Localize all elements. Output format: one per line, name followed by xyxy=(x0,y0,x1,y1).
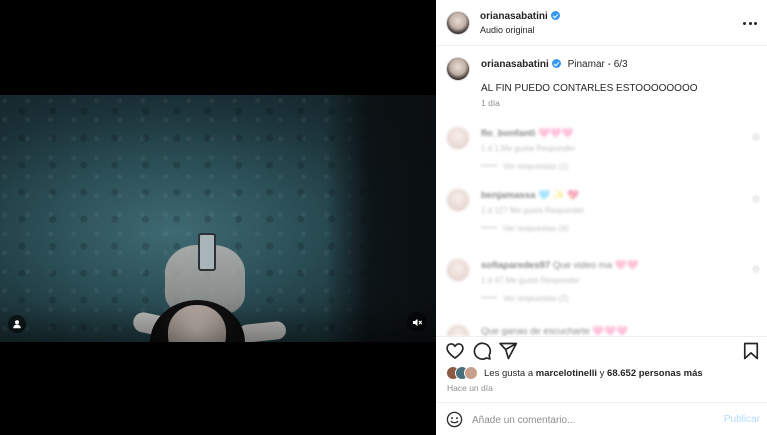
reel-video[interactable] xyxy=(0,95,436,342)
comment-avatar[interactable] xyxy=(446,324,470,336)
comment-body: Que video ma 🩷🩷 xyxy=(552,260,639,271)
verified-badge-icon xyxy=(550,11,560,20)
liker-username[interactable]: marcelotinelli xyxy=(536,368,597,379)
comment-body: Que ganas de escucharte 🩷🩷🩷 xyxy=(481,326,628,336)
likes-summary: Les gusta a marcelotinelli y 68.652 pers… xyxy=(446,366,766,382)
comment-text: Que ganas de escucharte 🩷🩷🩷 xyxy=(481,326,628,336)
caption-header: orianasabatini Pinamar - 6/3 xyxy=(481,59,628,70)
liker-avatar xyxy=(464,366,478,380)
caption-text: AL FIN PUEDO CONTARLES ESTOOOOOOOO xyxy=(481,83,698,94)
speaker-muted-icon xyxy=(412,318,422,326)
speech-bubble-icon[interactable] xyxy=(472,341,492,361)
view-replies-link[interactable]: Ver respuestas (4) xyxy=(481,224,568,233)
add-comment-bar: Publicar xyxy=(436,402,767,435)
bookmark-icon[interactable] xyxy=(741,341,761,361)
post-timestamp[interactable]: Hace un día xyxy=(447,383,493,393)
comment-meta: 1 d 127 Me gusta Responder xyxy=(481,206,585,215)
comment-meta: 1 d 47 Me gusta Responder xyxy=(481,276,580,285)
comments-list[interactable]: flo_bonfanti 🩷🩷🩷 1 d 1 Me gusta Responde… xyxy=(436,118,767,336)
user-tag-icon xyxy=(13,320,21,329)
comment-username[interactable]: sofiaparedes97 xyxy=(481,260,550,271)
comment-body: 🩵 ✨ 💖 xyxy=(538,190,579,201)
likes-prefix: Les gusta a xyxy=(484,368,534,379)
comment-meta: 1 d 1 Me gusta Responder xyxy=(481,144,576,153)
comment-avatar[interactable] xyxy=(446,188,470,212)
heart-icon[interactable] xyxy=(445,341,465,361)
caption-time: 1 día xyxy=(481,98,500,108)
smiley-icon[interactable] xyxy=(446,411,463,428)
comment-avatar[interactable] xyxy=(446,126,470,150)
comment-like-icon[interactable] xyxy=(753,134,759,140)
comment-like-icon[interactable] xyxy=(753,196,759,202)
post-details-panel: orianasabatini Audio original orianasaba… xyxy=(436,0,767,435)
author-username[interactable]: orianasabatini xyxy=(480,11,560,22)
author-username-text[interactable]: orianasabatini xyxy=(480,11,548,22)
comment-input[interactable] xyxy=(472,409,712,431)
comment-like-icon[interactable] xyxy=(753,266,759,272)
caption-username[interactable]: orianasabatini xyxy=(481,59,549,70)
comment-avatar[interactable] xyxy=(446,258,470,282)
likes-connector: y xyxy=(599,368,605,379)
comment-text: benjamassa 🩵 ✨ 💖 xyxy=(481,190,579,201)
comment-username[interactable]: flo_bonfanti xyxy=(481,128,535,139)
caption-avatar[interactable] xyxy=(446,57,470,81)
mute-button[interactable] xyxy=(407,312,427,332)
post-header: orianasabatini Audio original xyxy=(436,0,767,46)
video-vignette xyxy=(0,302,436,342)
ellipsis-icon[interactable] xyxy=(743,17,757,29)
comment-username[interactable]: benjamassa xyxy=(481,190,535,201)
author-avatar[interactable] xyxy=(446,11,470,35)
liker-avatars[interactable] xyxy=(446,366,480,380)
comment-text: sofiaparedes97 Que video ma 🩷🩷 xyxy=(481,260,638,271)
comment-body: 🩷🩷🩷 xyxy=(538,128,574,139)
verified-badge-icon xyxy=(551,59,561,68)
publish-button[interactable]: Publicar xyxy=(724,414,760,425)
caption-location[interactable]: Pinamar - 6/3 xyxy=(568,59,628,70)
paper-plane-icon[interactable] xyxy=(498,341,518,361)
likes-count-link[interactable]: 68.652 personas más xyxy=(607,368,703,379)
user-tag-button[interactable] xyxy=(8,315,26,333)
post-actions-bar xyxy=(436,336,767,362)
likes-text: Les gusta a marcelotinelli y 68.652 pers… xyxy=(484,368,703,379)
post-media-panel xyxy=(0,0,436,435)
video-phone xyxy=(198,233,216,271)
view-replies-link[interactable]: Ver respuestas (2) xyxy=(481,294,568,303)
comment-text: flo_bonfanti 🩷🩷🩷 xyxy=(481,128,574,139)
audio-link[interactable]: Audio original xyxy=(480,25,535,35)
view-replies-link[interactable]: Ver respuestas (1) xyxy=(481,162,568,171)
